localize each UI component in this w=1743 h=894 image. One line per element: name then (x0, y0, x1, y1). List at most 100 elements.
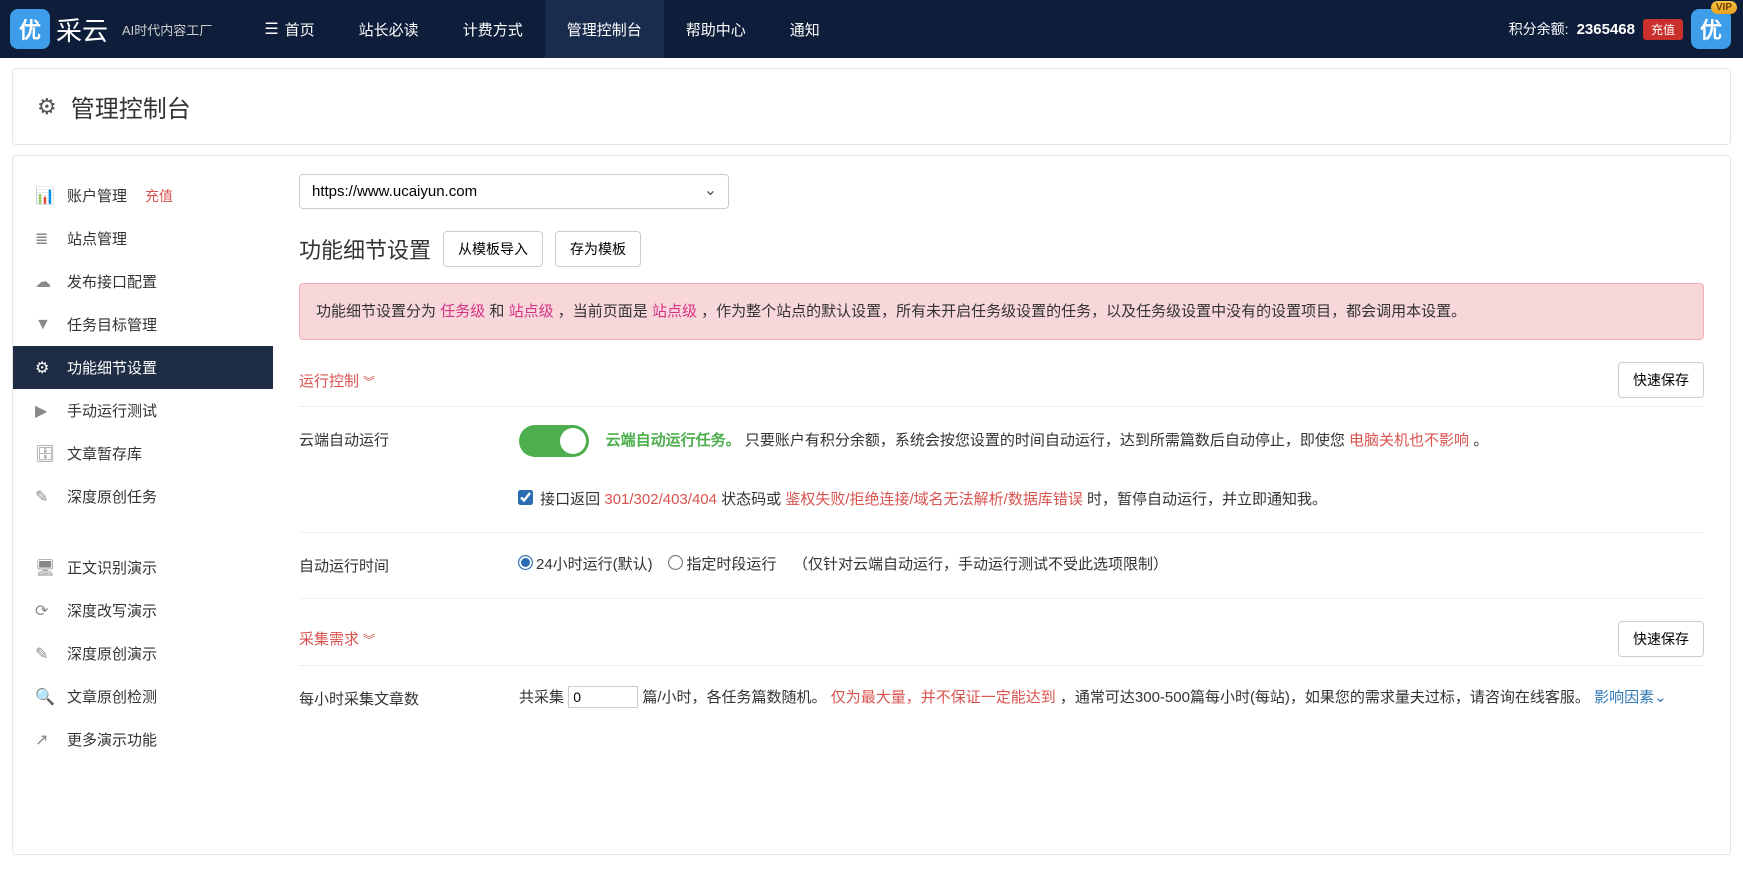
avatar: 优 (1691, 9, 1731, 49)
panel-run-control-header: 运行控制︾ 快速保存 (299, 362, 1704, 407)
play-icon: ▶ (35, 401, 53, 421)
sidebar-item-staging[interactable]: 🗄 文章暂存库 (13, 432, 273, 475)
sidebar-item-plagiarism[interactable]: 🔍文章原创检测 (13, 675, 273, 718)
chevron-down-icon: ︾ (363, 375, 375, 389)
save-template-button[interactable]: 存为模板 (555, 231, 641, 267)
chk-text: 状态码或 (721, 491, 781, 508)
import-template-button[interactable]: 从模板导入 (443, 231, 543, 267)
note-text: （仅针对云端自动运行，手动运行测试不受此选项限制） (793, 556, 1168, 573)
panel-collect-title[interactable]: 采集需求 ︾ (299, 628, 375, 649)
nav-console[interactable]: 管理控制台 (545, 0, 664, 58)
errs-text: 鉴权失败/拒绝连接/域名无法解析/数据库错误 (785, 491, 1083, 508)
points-value: 2365468 (1577, 21, 1635, 38)
tagline: AI时代内容工厂 (122, 20, 212, 39)
sidebar-item-feature-settings[interactable]: ⚙功能细节设置 (13, 346, 273, 389)
header-right: 积分余额: 2365468 充值 优 VIP (1509, 9, 1743, 49)
sidebar-item-task-target[interactable]: ▼任务目标管理 (13, 303, 273, 346)
nav-notice[interactable]: 通知 (768, 0, 842, 58)
warn-text: 仅为最大量，并不保证一定能达到 (831, 689, 1056, 706)
share-icon: ↗ (35, 730, 53, 750)
text: 篇/小时，各任务篇数随机。 (642, 689, 826, 706)
site-select-wrap: https://www.ucaiyun.com (299, 174, 729, 209)
logo-text: 采云 (56, 11, 108, 48)
pause-on-error-checkbox[interactable] (518, 490, 533, 505)
radio-period[interactable] (668, 555, 683, 570)
row-label: 每小时采集文章数 (299, 684, 519, 713)
db-icon: 🗄 (35, 444, 53, 464)
text: ，通常可达300-500篇每小时(每站)，如果您的需求量夫过标，请咨询在线客服。 (1060, 689, 1590, 706)
panel-collect-header: 采集需求 ︾ 快速保存 (299, 621, 1704, 666)
sidebar-item-manual-run[interactable]: ▶ 手动运行测试 (13, 389, 273, 432)
site-select[interactable]: https://www.ucaiyun.com (299, 174, 729, 209)
nav-links: ☰ 首页 站长必读 计费方式 管理控制台 帮助中心 通知 (242, 0, 841, 58)
logo[interactable]: 优 采云 AI时代内容工厂 (10, 9, 212, 49)
quick-save-button[interactable]: 快速保存 (1618, 621, 1704, 657)
menu-icon: ☰ (264, 19, 278, 39)
sidebar-item-label: 任务目标管理 (67, 314, 157, 335)
top-header: 优 采云 AI时代内容工厂 ☰ 首页 站长必读 计费方式 管理控制台 帮助中心 通… (0, 0, 1743, 58)
row-content: 24小时运行(默认) 指定时段运行 （仅针对云端自动运行，手动运行测试不受此选项… (519, 551, 1704, 580)
sidebar-item-label: 手动运行测试 (67, 400, 157, 421)
sidebar-item-rewrite-demo[interactable]: ⟳ 深度改写演示 (13, 589, 273, 632)
sidebar-item-label: 站点管理 (67, 228, 127, 249)
sidebar-item-account[interactable]: 📊账户管理充值 (13, 174, 273, 217)
refresh-icon: ⟳ (35, 601, 53, 621)
text: 共采集 (519, 689, 564, 706)
list-icon: ≣ (35, 229, 53, 249)
nav-home[interactable]: ☰ 首页 (242, 0, 336, 58)
sidebar-item-original-demo[interactable]: ✎深度原创演示 (13, 632, 273, 675)
alert-text: ，当前页面是 (558, 303, 648, 320)
sidebar-item-more-demo[interactable]: ↗ 更多演示功能 (13, 718, 273, 761)
sidebar-item-label: 深度原创任务 (67, 486, 157, 507)
radio-period-label[interactable]: 指定时段运行 (669, 556, 776, 573)
sidebar-item-label: 文章原创检测 (67, 686, 157, 707)
row-label: 自动运行时间 (299, 551, 519, 580)
factors-link[interactable]: 影响因素 (1594, 689, 1654, 706)
nav-home-label: 首页 (285, 19, 315, 40)
alert-task-level: 任务级 (440, 303, 485, 320)
chevron-down-icon: ︾ (363, 633, 375, 647)
red-text: 电脑关机也不影响 (1349, 432, 1469, 449)
desc-text: 只要账户有积分余额，系统会按您设置的时间自动运行，达到所需篇数后自动停止，即使您 (745, 432, 1345, 449)
green-text: 云端自动运行任务。 (606, 432, 741, 449)
sidebar-item-label: 正文识别演示 (67, 557, 157, 578)
sidebar-item-label: 发布接口配置 (67, 271, 157, 292)
page-title: 管理控制台 (71, 89, 191, 124)
panel-title-text: 采集需求 (299, 631, 359, 648)
radio-text: 24小时运行(默认) (536, 556, 653, 573)
row-content: 云端自动运行任务。 只要账户有积分余额，系统会按您设置的时间自动运行，达到所需篇… (519, 425, 1704, 514)
sidebar-item-label: 文章暂存库 (67, 443, 142, 464)
row-auto-run-time: 自动运行时间 24小时运行(默认) 指定时段运行 （仅针对云端自动运行，手动运行… (299, 533, 1704, 599)
sidebar-item-label: 账户管理 (67, 185, 127, 206)
avatar-wrap[interactable]: 优 VIP (1691, 9, 1731, 49)
sidebar-item-label: 深度改写演示 (67, 600, 157, 621)
nav-mustread[interactable]: 站长必读 (337, 0, 441, 58)
radio-text: 指定时段运行 (686, 556, 776, 573)
info-alert: 功能细节设置分为 任务级 和 站点级 ，当前页面是 站点级 ，作为整个站点的默认… (299, 283, 1704, 340)
sidebar-item-sites[interactable]: ≣ 站点管理 (13, 217, 273, 260)
cloud-auto-toggle[interactable] (519, 425, 589, 457)
sidebar-item-deep-original[interactable]: ✎深度原创任务 (13, 475, 273, 518)
articles-per-hour-input[interactable] (568, 686, 638, 708)
row-collect-per-hour: 每小时采集文章数 共采集 篇/小时，各任务篇数随机。 仅为最大量，并不保证一定能… (299, 666, 1704, 731)
sidebar-item-label: 深度原创演示 (67, 643, 157, 664)
alert-text: 功能细节设置分为 (316, 303, 436, 320)
alert-text: 和 (489, 303, 504, 320)
cloud-icon: ☁ (35, 272, 53, 292)
nav-help[interactable]: 帮助中心 (664, 0, 768, 58)
radio-24h[interactable] (518, 555, 533, 570)
alert-site-level2: 站点级 (652, 303, 697, 320)
sidebar-item-label: 更多演示功能 (67, 729, 157, 750)
sidebar-item-label: 功能细节设置 (67, 357, 157, 378)
radio-24h-label[interactable]: 24小时运行(默认) (519, 556, 653, 573)
panel-run-control-title[interactable]: 运行控制︾ (299, 370, 375, 391)
logo-icon: 优 (10, 9, 50, 49)
nav-billing[interactable]: 计费方式 (441, 0, 545, 58)
sidebar-item-publish[interactable]: ☁ 发布接口配置 (13, 260, 273, 303)
sidebar-item-content-demo[interactable]: 🖥正文识别演示 (13, 546, 273, 589)
quick-save-button[interactable]: 快速保存 (1618, 362, 1704, 398)
recharge-button[interactable]: 充值 (1643, 19, 1683, 40)
codes-text: 301/302/403/404 (604, 491, 717, 508)
points-label: 积分余额: (1509, 19, 1569, 39)
alert-site-level: 站点级 (509, 303, 554, 320)
